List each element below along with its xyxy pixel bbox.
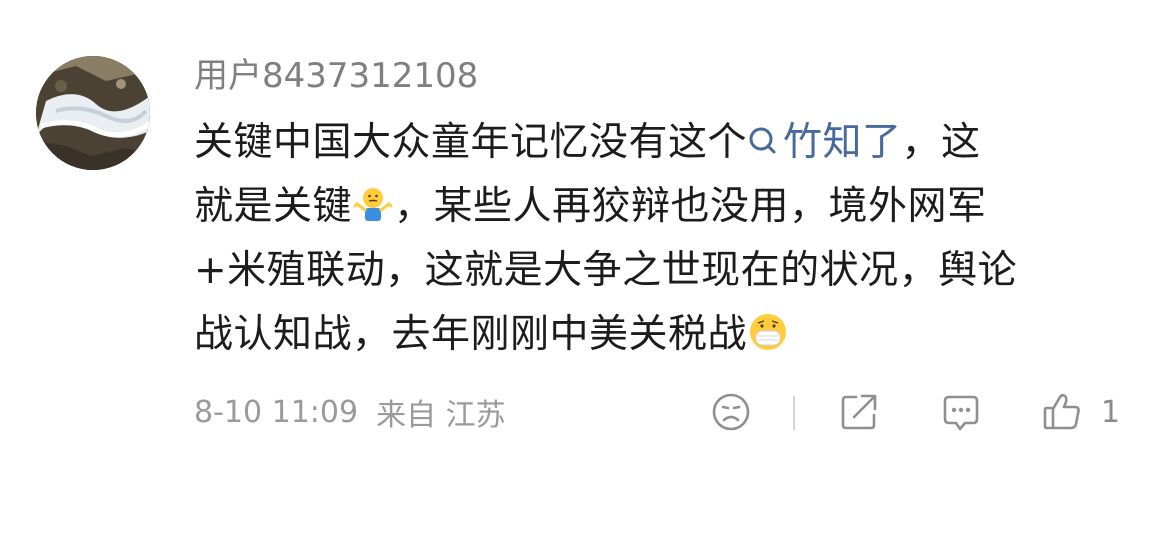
comment-text-segment: 关键中国大众童年记忆没有这个 — [194, 120, 748, 165]
comment-date: 8-10 11:09 — [194, 394, 359, 430]
comment-line-3: +米殖联动，这就是大争之世现在的状况，舆论 — [194, 248, 1018, 293]
shrug-emoji-icon — [353, 188, 393, 221]
comment-icon — [943, 395, 979, 431]
comment-line-2: 就是关键 ，某些人再狡辩也没用，境外网军 — [194, 175, 1124, 239]
sad-face-icon — [712, 393, 750, 431]
comment-username[interactable]: 用户8437312108 — [194, 56, 478, 96]
reply-button[interactable] — [940, 391, 982, 433]
mask-emoji-icon — [750, 314, 787, 350]
topic-label: 竹知了 — [783, 120, 902, 165]
search-icon — [749, 127, 776, 154]
comment-text-segment: ，某些人再狡辩也没用，境外网军 — [394, 184, 987, 229]
comment-text-segment: ，这 — [901, 120, 981, 165]
comment-meta: 8-10 11:09 来自 江苏 — [194, 392, 506, 434]
action-divider — [793, 396, 795, 430]
thumbs-up-icon — [1043, 393, 1080, 430]
avatar-image — [36, 56, 150, 170]
avatar[interactable] — [36, 56, 150, 170]
dislike-button[interactable] — [710, 391, 752, 433]
topic-link[interactable]: 竹知了 — [747, 120, 902, 165]
comment-location: 来自 江苏 — [376, 398, 506, 433]
share-icon — [841, 394, 877, 430]
comment-text-segment: 就是关键 — [194, 184, 353, 229]
like-count: 1 — [1101, 394, 1121, 430]
like-button[interactable]: 1 — [1041, 391, 1120, 433]
comment-line-1: 关键中国大众童年记忆没有这个 竹知了，这 — [194, 111, 1124, 175]
comment-line-4: 战认知战，去年刚刚中美关税战 — [194, 303, 1124, 367]
comment-text-segment: 战认知战，去年刚刚中美关税战 — [194, 312, 748, 357]
comment-text: 关键中国大众童年记忆没有这个 竹知了，这 就是关键 ，某些人再狡辩也没用，境外网军… — [194, 111, 1124, 367]
share-button[interactable] — [838, 391, 880, 433]
